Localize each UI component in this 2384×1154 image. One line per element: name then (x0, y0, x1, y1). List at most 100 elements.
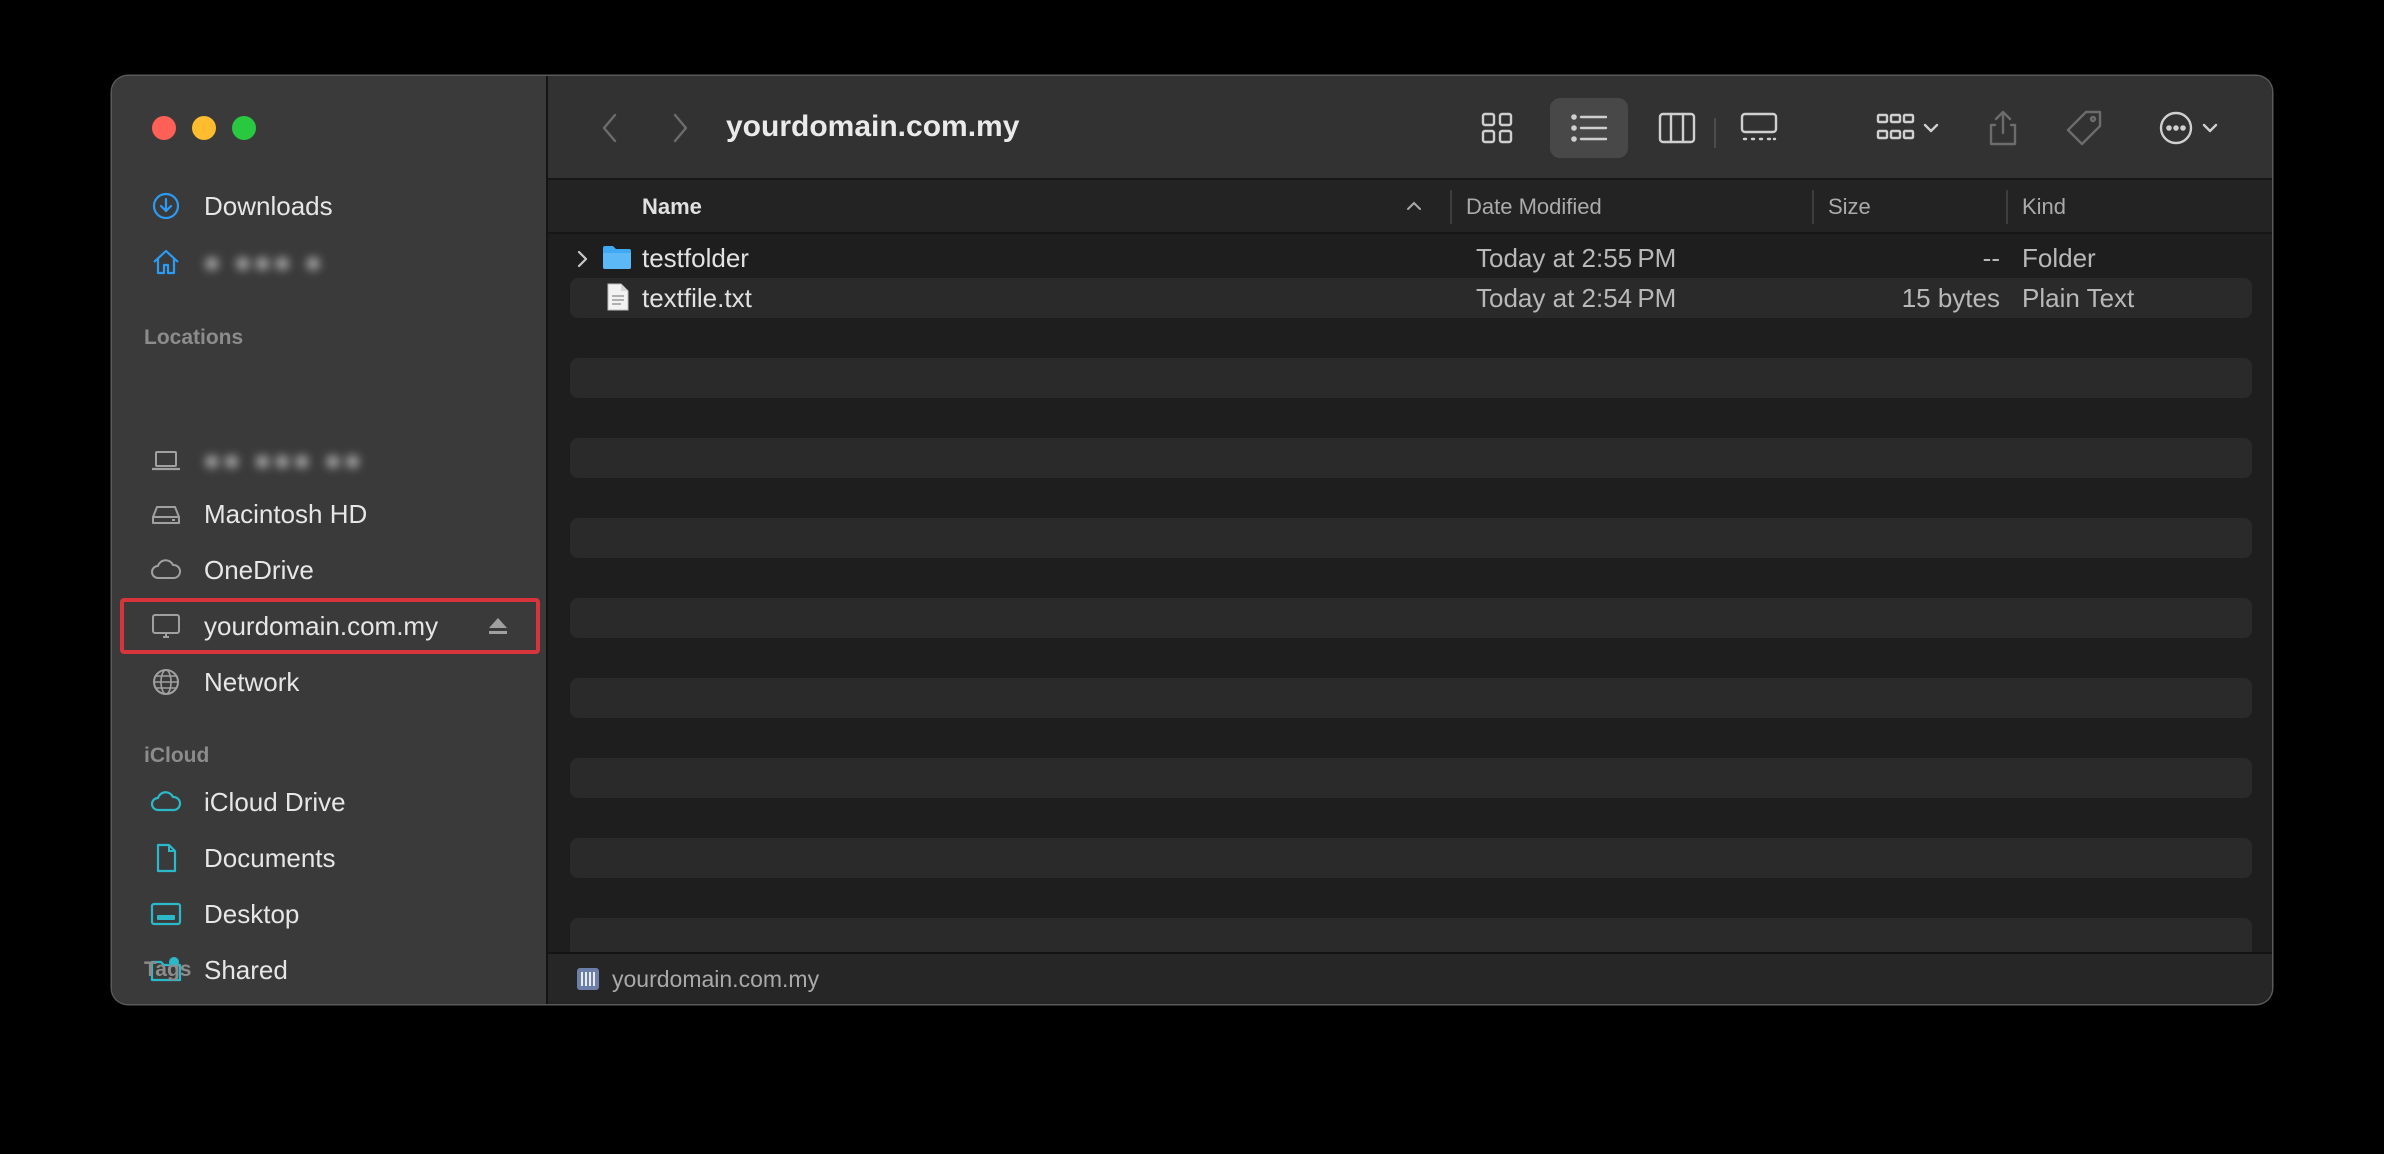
chevron-left-icon (602, 113, 617, 143)
folder-icon (603, 246, 631, 269)
icon-view-button[interactable] (1466, 98, 1528, 158)
back-button[interactable] (590, 98, 630, 158)
column-size[interactable]: Size (1828, 194, 1871, 220)
file-date: Today at 2:55 PM (1476, 243, 1677, 273)
minimize-window-button[interactable] (192, 116, 216, 140)
sidebar-item-onedrive[interactable]: OneDrive (120, 542, 540, 598)
sidebar-item-label: Network (204, 666, 300, 697)
sidebar-item-label: OneDrive (204, 554, 314, 585)
laptop-icon (148, 442, 184, 478)
share-icon (1989, 110, 2017, 146)
column-date-modified[interactable]: Date Modified (1466, 194, 1602, 220)
globe-icon (148, 664, 184, 700)
sidebar-item-label: Macintosh HD (204, 498, 368, 529)
row-stripe (570, 358, 2252, 398)
sidebar-item-label: ● ●●● ● (204, 246, 325, 277)
tags-heading: Tags (144, 958, 192, 981)
table-row[interactable]: testfolder Today at 2:55 PM -- Folder (570, 238, 2252, 278)
icloud-icon (148, 784, 184, 820)
sidebar-item-label: Desktop (204, 898, 300, 929)
sidebar-item-yourdomain[interactable]: yourdomain.com.my (120, 598, 540, 654)
row-stripe (570, 598, 2252, 638)
column-header: Name Date Modified Size Kind (548, 180, 2272, 234)
sidebar-item-label: Shared (204, 954, 288, 985)
path-bar: yourdomain.com.my (548, 952, 2272, 1004)
server-display-icon (148, 608, 184, 644)
download-icon (148, 188, 184, 224)
file-kind: Folder (2022, 243, 2096, 273)
icloud-heading: iCloud (144, 744, 210, 767)
sidebar-item-icloud-drive[interactable]: iCloud Drive (120, 774, 540, 830)
sidebar-item-documents[interactable]: Documents (120, 830, 540, 886)
column-separator[interactable] (2006, 190, 2008, 224)
grid-icon (1481, 112, 1513, 144)
document-icon (148, 840, 184, 876)
file-list[interactable]: testfolder Today at 2:55 PM -- Folder te… (548, 234, 2272, 952)
gallery-icon (1740, 112, 1778, 141)
columns-icon (1658, 112, 1696, 144)
disclosure-triangle-icon[interactable] (576, 250, 590, 268)
sidebar-item-macintosh-hd[interactable]: Macintosh HD (120, 486, 540, 542)
chevron-down-icon (2202, 123, 2218, 133)
sidebar-item-desktop[interactable]: Desktop (120, 886, 540, 942)
list-icon (1571, 114, 1608, 142)
row-stripe (570, 838, 2252, 878)
row-stripe (570, 918, 2252, 952)
toolbar-divider (1714, 118, 1716, 148)
sidebar-item-home[interactable]: ● ●●● ● (120, 234, 540, 290)
text-file-icon (607, 283, 629, 311)
row-stripe (570, 678, 2252, 718)
home-icon (148, 244, 184, 280)
gallery-view-button[interactable] (1726, 98, 1792, 158)
sidebar-item-computer[interactable]: ●● ●●● ●● (120, 432, 540, 488)
sidebar-item-label: iCloud Drive (204, 786, 346, 817)
column-view-button[interactable] (1646, 98, 1708, 158)
file-name: textfile.txt (642, 283, 752, 313)
cloud-icon (148, 552, 184, 588)
row-stripe (570, 518, 2252, 558)
file-date: Today at 2:54 PM (1476, 283, 1677, 313)
action-menu-button[interactable] (2148, 98, 2228, 158)
tag-button[interactable] (2056, 98, 2112, 158)
file-kind: Plain Text (2022, 283, 2135, 313)
file-size: 15 bytes (1901, 283, 2000, 313)
group-button[interactable] (1868, 98, 1948, 158)
desktop-icon (148, 896, 184, 932)
row-stripe (570, 438, 2252, 478)
column-kind[interactable]: Kind (2022, 194, 2066, 220)
close-window-button[interactable] (152, 116, 176, 140)
file-size: -- (1982, 243, 2000, 273)
forward-button[interactable] (660, 98, 700, 158)
tag-icon (2066, 110, 2102, 146)
sidebar-item-label: Documents (204, 842, 336, 873)
window-title: yourdomain.com.my (726, 110, 1020, 143)
more-icon (2159, 111, 2193, 145)
sort-ascending-icon[interactable] (1406, 200, 1422, 212)
sidebar-item-label: ●● ●●● ●● (204, 444, 365, 475)
zoom-window-button[interactable] (232, 116, 256, 140)
file-name: testfolder (642, 243, 749, 273)
column-separator[interactable] (1450, 190, 1452, 224)
locations-heading: Locations (144, 326, 244, 349)
group-grid-icon (1876, 113, 1915, 140)
window-controls (152, 116, 256, 140)
server-icon (577, 968, 599, 990)
chevron-down-icon (1923, 123, 1939, 133)
list-view-button[interactable] (1550, 98, 1628, 158)
sidebar-item-label: yourdomain.com.my (204, 610, 439, 641)
table-row[interactable]: textfile.txt Today at 2:54 PM 15 bytes P… (570, 278, 2252, 318)
share-button[interactable] (1980, 98, 2026, 158)
toolbar: yourdomain.com.my (548, 76, 2272, 180)
row-stripe (570, 758, 2252, 798)
sidebar-item-label: Downloads (204, 190, 333, 221)
sidebar-item-network[interactable]: Network (120, 654, 540, 710)
column-separator[interactable] (1812, 190, 1814, 224)
eject-icon[interactable] (486, 614, 510, 638)
finder-window: Downloads ● ●●● ● Locations ●● ●●● ●● Ma… (112, 76, 2272, 1004)
chevron-right-icon (673, 113, 688, 143)
sidebar-item-downloads[interactable]: Downloads (120, 178, 540, 234)
column-name[interactable]: Name (642, 194, 702, 220)
internal-drive-icon (148, 496, 184, 532)
path-bar-item[interactable]: yourdomain.com.my (612, 966, 819, 993)
sidebar: Downloads ● ●●● ● Locations ●● ●●● ●● Ma… (112, 76, 548, 1004)
